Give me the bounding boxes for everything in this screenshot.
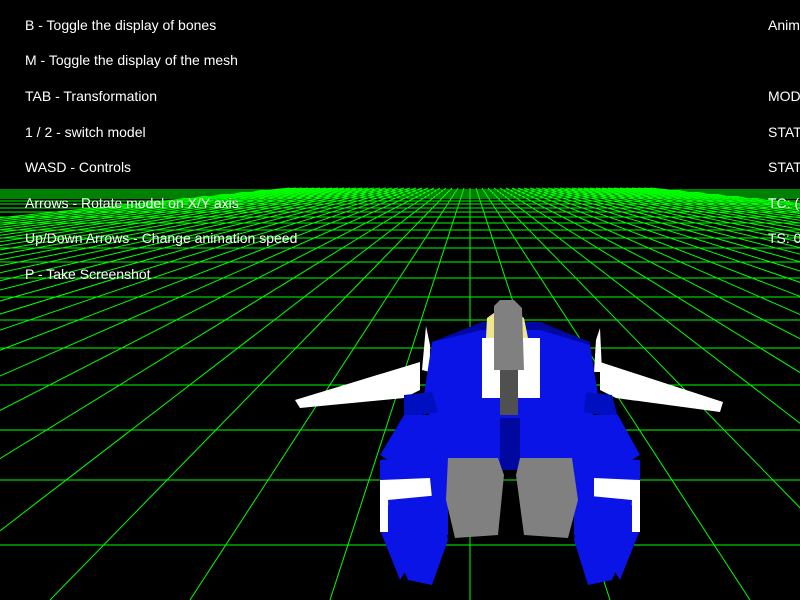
control-hint-controls: WASD - Controls — [25, 159, 132, 175]
control-hint-animation-speed: Up/Down Arrows - Change animation speed — [25, 230, 298, 246]
cannon-top — [494, 300, 524, 370]
control-hint-screenshot: P - Take Screenshot — [25, 266, 151, 282]
control-hint-mesh: M - Toggle the display of the mesh — [25, 52, 238, 68]
left-thruster — [446, 458, 504, 538]
control-hint-switch-model: 1 / 2 - switch model — [25, 124, 146, 140]
control-hint-rotate: Arrows - Rotate model on X/Y axis — [25, 195, 239, 211]
control-hint-transformation: TAB - Transformation — [25, 88, 158, 104]
right-thruster — [516, 458, 578, 538]
cannon-barrel — [500, 370, 518, 418]
game-viewport[interactable]: B - Toggle the display of bones M - Toggl… — [0, 0, 800, 600]
leg-split — [500, 418, 520, 470]
control-hint-bones: B - Toggle the display of bones — [25, 17, 217, 33]
